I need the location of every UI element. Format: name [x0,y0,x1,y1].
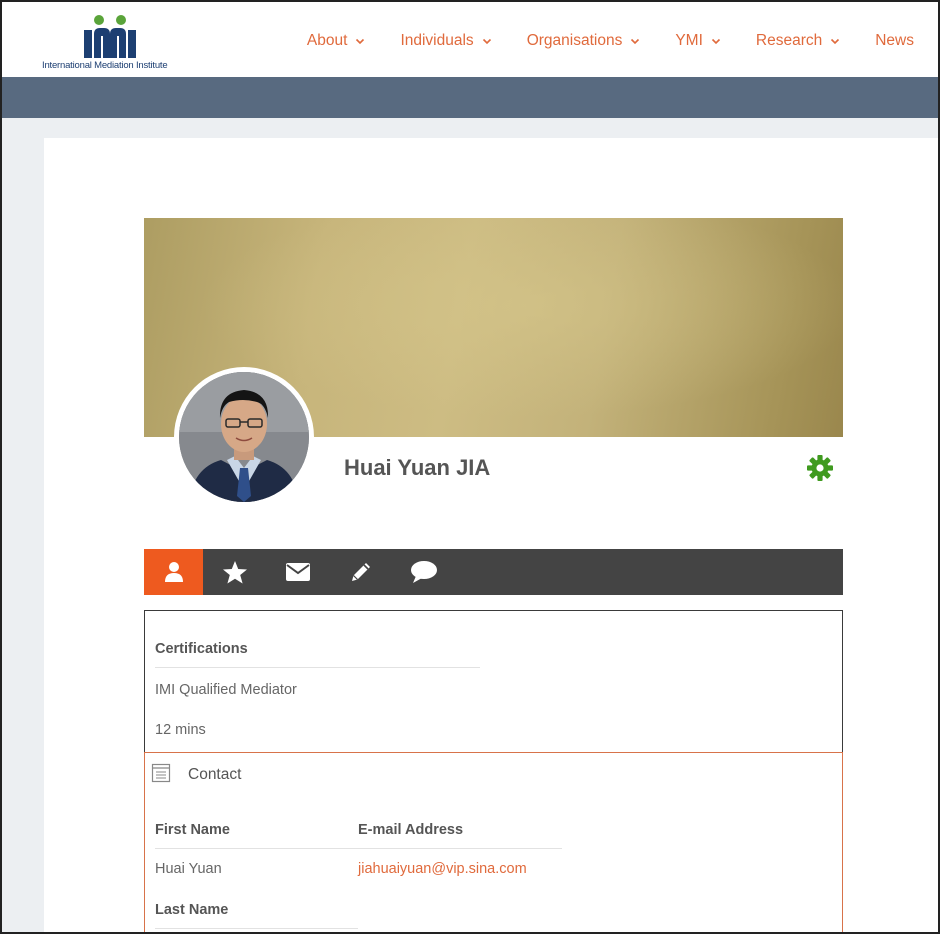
contact-heading: Contact [188,766,242,783]
nav-item-news[interactable]: News [875,32,914,50]
contact-section: Contact First Name Huai Yuan E-mail Addr… [144,752,843,934]
imi-logo[interactable]: International Mediation Institute [42,12,182,72]
nav-item-research[interactable]: Research [756,32,840,50]
tab-comments[interactable] [392,549,455,595]
envelope-icon [285,563,310,581]
tab-messages[interactable] [266,549,329,595]
chevron-down-icon [631,38,640,45]
document-list-icon [151,763,171,783]
certification-time: 12 mins [155,722,206,738]
chevron-down-icon [356,38,365,45]
star-icon [222,561,247,584]
tab-edit[interactable] [329,549,392,595]
nav-item-about[interactable]: About [307,32,366,50]
user-icon [164,562,183,582]
certifications-heading: Certifications [155,641,480,668]
certifications-section: Certifications IMI Qualified Mediator 12… [144,610,843,753]
nav-item-ymi[interactable]: YMI [675,32,721,50]
site-header: International Mediation Institute About … [2,2,938,77]
last-name-label: Last Name [155,902,358,929]
nav-label: Individuals [400,32,474,49]
profile-name: Huai Yuan JIA [344,455,491,480]
main-nav: About Individuals Organisations YMI Rese… [272,32,914,50]
avatar-photo [179,372,309,502]
pencil-icon [351,563,370,581]
nav-label: Research [755,32,823,49]
imi-logo-mark [84,15,136,58]
nav-item-individuals[interactable]: Individuals [400,32,491,50]
chevron-down-icon [711,38,720,45]
nav-label: Organisations [526,32,623,49]
profile-avatar[interactable] [174,367,314,507]
page-title-bar [2,77,938,118]
chevron-down-icon [831,38,840,45]
tab-profile[interactable] [144,549,203,595]
email-label: E-mail Address [358,822,562,849]
nav-label: About [306,32,348,49]
nav-label: News [875,32,914,49]
email-link[interactable]: jiahuaiyuan@vip.sina.com [358,861,527,877]
nav-label: YMI [675,32,703,49]
profile-tabbar [144,549,843,595]
certification-value: IMI Qualified Mediator [155,682,297,698]
comment-icon [410,561,437,583]
tab-favorites[interactable] [203,549,266,595]
first-name-label: First Name [155,822,358,849]
chevron-down-icon [482,38,491,45]
nav-item-organisations[interactable]: Organisations [527,32,641,50]
logo-text: International Mediation Institute [42,60,168,71]
gear-icon[interactable] [806,454,834,482]
first-name-value: Huai Yuan [155,861,222,877]
